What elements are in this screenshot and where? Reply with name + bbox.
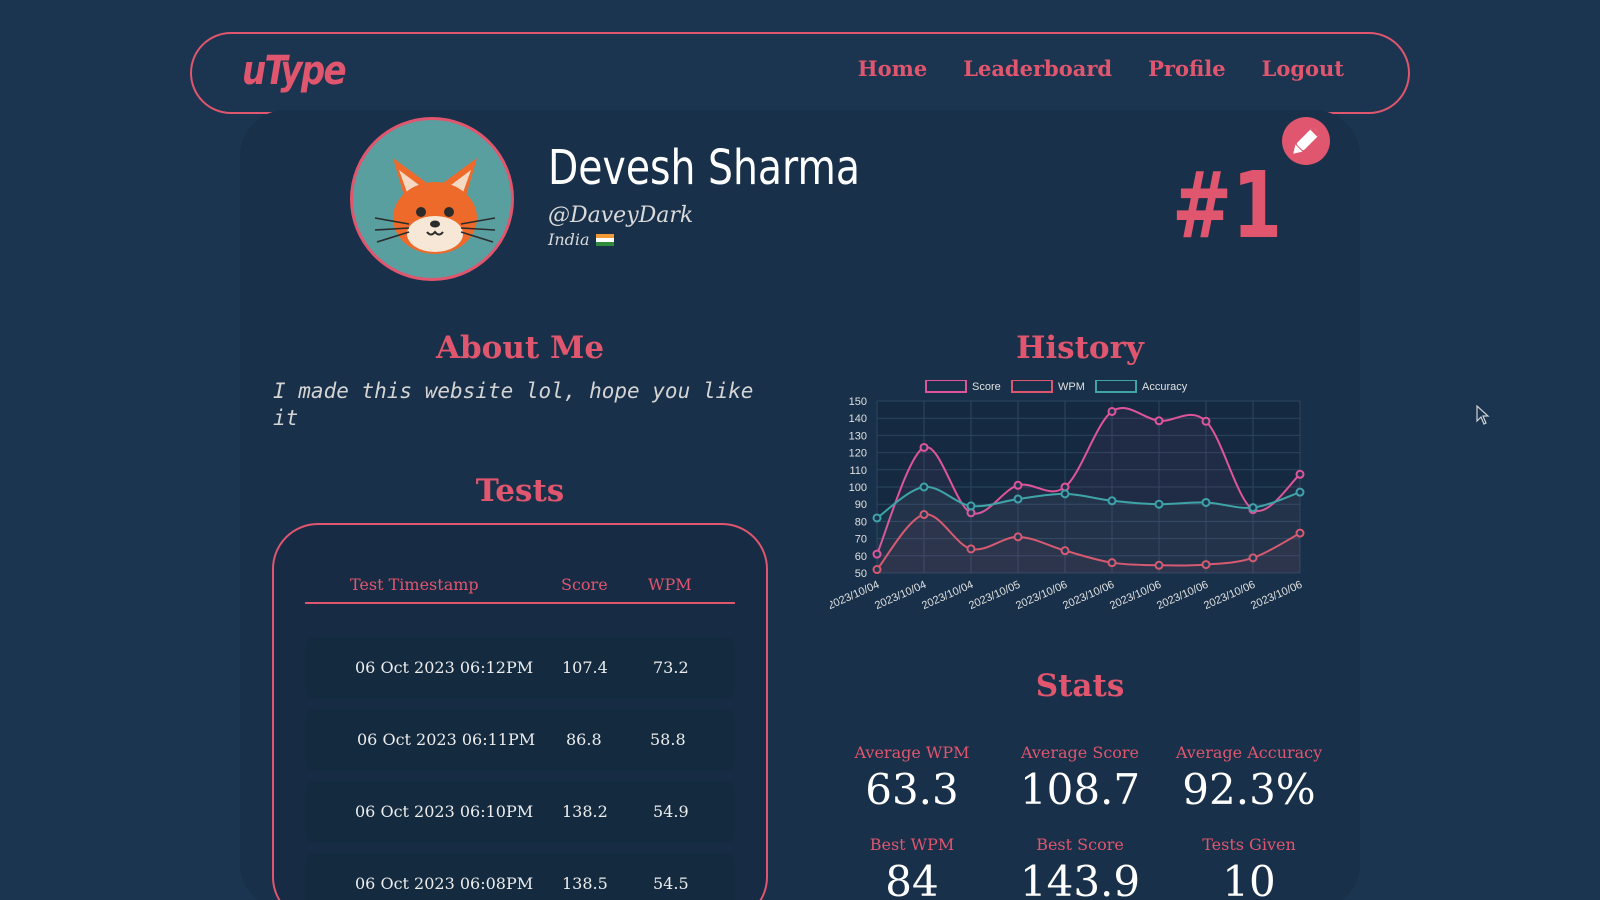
x-tick-label: 2023/10/06: [1061, 579, 1116, 612]
tests-title: Tests: [475, 473, 565, 509]
table-row[interactable]: 06 Oct 2023 06:08PM 138.5 54.5: [305, 853, 735, 900]
score-data-point: [1013, 480, 1023, 490]
row-score: 138.5: [562, 874, 608, 893]
accuracy-data-point: [1060, 489, 1070, 499]
header-score: Score: [561, 575, 608, 594]
row-score: 107.4: [562, 658, 608, 677]
y-tick-label: 70: [855, 534, 867, 546]
mouse-cursor-icon: [1476, 405, 1490, 425]
nav-logout-link[interactable]: Logout: [1262, 56, 1344, 81]
stat-value: 143.9: [1019, 857, 1141, 900]
y-tick-label: 130: [849, 430, 867, 442]
row-score: 86.8: [566, 730, 602, 749]
y-tick-label: 80: [855, 516, 867, 528]
stat-label: Average Score: [1020, 743, 1140, 762]
fox-avatar-icon: [350, 117, 514, 281]
score-data-point: [1201, 416, 1211, 426]
x-tick-label: 2023/10/06: [1014, 579, 1069, 612]
navbar: uType Home Leaderboard Profile Logout: [190, 32, 1410, 114]
accuracy-data-point: [872, 513, 882, 523]
stat-label: Best WPM: [869, 835, 955, 854]
y-tick-label: 140: [849, 413, 867, 425]
stat-value: 108.7: [1019, 765, 1141, 814]
score-data-point: [1295, 469, 1305, 479]
header-divider: [305, 602, 735, 604]
score-data-point: [1154, 416, 1164, 426]
x-tick-label: 2023/10/06: [1202, 579, 1257, 612]
legend-swatch: [1095, 380, 1137, 393]
y-tick-label: 90: [855, 499, 867, 511]
y-tick-label: 100: [849, 482, 867, 494]
history-chart: 50607080901001101201301401502023/10/0420…: [830, 380, 1305, 612]
accuracy-data-point: [1201, 497, 1211, 507]
stat-value: 92.3%: [1182, 765, 1316, 814]
score-data-point: [1107, 406, 1117, 416]
legend-label: Score: [972, 381, 1001, 393]
about-text: I made this website lol, hope you like i…: [273, 379, 754, 430]
pencil-icon: [1293, 126, 1321, 154]
x-tick-label: 2023/10/04: [920, 579, 975, 612]
stat-value: 10: [1222, 857, 1276, 900]
x-tick-label: 2023/10/04: [873, 579, 928, 612]
row-score: 138.2: [562, 802, 608, 821]
y-tick-label: 60: [855, 551, 867, 563]
nav-leaderboard-link[interactable]: Leaderboard: [963, 56, 1112, 81]
stat-label: Average Accuracy: [1175, 743, 1323, 762]
stat-label: Average WPM: [854, 743, 970, 762]
stat-label: Best Score: [1036, 835, 1124, 854]
accuracy-data-point: [1154, 499, 1164, 509]
nav-links: Home Leaderboard Profile Logout: [858, 56, 1344, 81]
accuracy-data-point: [966, 501, 976, 511]
nav-home-link[interactable]: Home: [858, 56, 927, 81]
row-timestamp: 06 Oct 2023 06:11PM: [357, 730, 536, 749]
header-test-timestamp: Test Timestamp: [350, 575, 479, 594]
table-row[interactable]: 06 Oct 2023 06:10PM 138.2 54.9: [305, 781, 735, 843]
accuracy-data-point: [1248, 503, 1258, 513]
profile-handle: @DaveyDark: [548, 203, 694, 228]
row-timestamp: 06 Oct 2023 06:10PM: [355, 802, 534, 821]
profile-country: India: [548, 230, 614, 249]
y-tick-label: 120: [849, 448, 867, 460]
stat-value: 84: [885, 857, 939, 900]
row-wpm: 73.2: [653, 658, 689, 677]
table-row[interactable]: 06 Oct 2023 06:11PM 86.8 58.8: [305, 709, 735, 771]
india-flag-icon: [595, 233, 614, 246]
stat-value: 63.3: [865, 765, 959, 814]
x-tick-label: 2023/10/05: [967, 579, 1022, 612]
country-label: India: [548, 230, 590, 249]
y-tick-label: 110: [849, 465, 867, 477]
profile-name: Devesh Sharma: [548, 140, 860, 196]
legend-label: Accuracy: [1142, 381, 1188, 393]
x-tick-label: 2023/10/06: [1108, 579, 1163, 612]
header-wpm: WPM: [648, 575, 692, 594]
row-timestamp: 06 Oct 2023 06:08PM: [355, 874, 534, 893]
accuracy-data-point: [919, 482, 929, 492]
accuracy-data-point: [1107, 496, 1117, 506]
legend-swatch: [1011, 380, 1053, 393]
score-data-point: [919, 442, 929, 452]
table-row[interactable]: 06 Oct 2023 06:12PM 107.4 73.2: [305, 637, 735, 699]
legend-swatch: [925, 380, 967, 393]
row-timestamp: 06 Oct 2023 06:12PM: [355, 658, 534, 677]
accuracy-data-point: [1295, 487, 1305, 497]
row-wpm: 54.5: [653, 874, 689, 893]
row-wpm: 58.8: [650, 730, 686, 749]
logo[interactable]: uType: [242, 48, 347, 94]
accuracy-data-point: [1013, 494, 1023, 504]
nav-profile-link[interactable]: Profile: [1148, 56, 1225, 81]
legend-label: WPM: [1058, 381, 1085, 393]
history-title: History: [1016, 330, 1144, 366]
edit-profile-button[interactable]: [1282, 117, 1330, 165]
y-tick-label: 150: [849, 396, 867, 408]
x-tick-label: 2023/10/06: [1155, 579, 1210, 612]
row-wpm: 54.9: [653, 802, 689, 821]
x-tick-label: 2023/10/06: [1249, 579, 1304, 612]
y-tick-label: 50: [855, 568, 867, 580]
stat-label: Tests Given: [1202, 835, 1296, 854]
x-tick-label: 2023/10/04: [830, 579, 881, 612]
stats-title: Stats: [1035, 668, 1125, 704]
rank-badge: #1: [1172, 152, 1283, 259]
about-title: About Me: [435, 330, 605, 366]
